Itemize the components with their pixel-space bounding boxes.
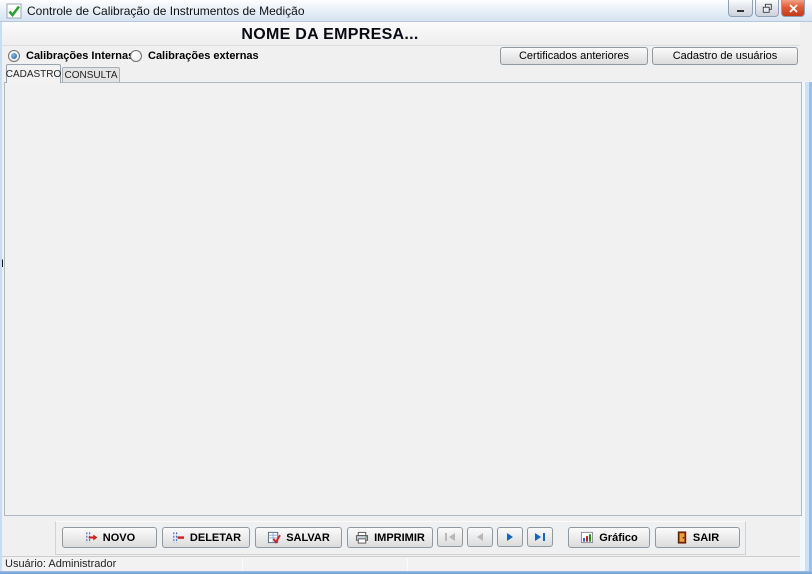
nav-next-icon bbox=[505, 532, 515, 542]
save-record-icon bbox=[267, 531, 281, 544]
delete-record-icon bbox=[171, 531, 185, 544]
nav-last-icon bbox=[534, 532, 546, 542]
minimize-icon bbox=[736, 4, 746, 13]
grafico-button[interactable]: Gráfico bbox=[568, 527, 650, 548]
radio-dot bbox=[8, 50, 20, 62]
nav-prev-icon bbox=[475, 532, 485, 542]
window-border-left bbox=[0, 22, 2, 571]
maximize-button[interactable] bbox=[755, 0, 779, 17]
titlebar[interactable]: Controle de Calibração de Instrumentos d… bbox=[0, 0, 812, 22]
sair-button[interactable]: SAIR bbox=[655, 527, 740, 548]
nav-first-icon bbox=[444, 532, 456, 542]
company-title: NOME DA EMPRESA... bbox=[0, 26, 660, 44]
minimize-button[interactable] bbox=[728, 0, 753, 17]
insert-record-icon bbox=[84, 531, 98, 544]
statusbar-user: Usuário: Administrador bbox=[5, 558, 116, 570]
radio-dot bbox=[130, 50, 142, 62]
salvar-button[interactable]: SALVAR bbox=[255, 527, 342, 548]
app-window: Controle de Calibração de Instrumentos d… bbox=[0, 0, 812, 574]
chart-icon bbox=[580, 531, 594, 544]
nav-last-button[interactable] bbox=[527, 527, 553, 547]
close-button[interactable] bbox=[781, 0, 805, 17]
statusbar-divider bbox=[407, 558, 408, 571]
novo-button[interactable]: NOVO bbox=[62, 527, 157, 548]
statusbar: Usuário: Administrador bbox=[0, 556, 812, 571]
previous-certificates-button[interactable]: Certificados anteriores bbox=[500, 47, 648, 65]
nav-next-button[interactable] bbox=[497, 527, 523, 547]
restore-icon bbox=[762, 3, 773, 14]
cadastro-page bbox=[4, 82, 802, 516]
nav-first-button[interactable] bbox=[437, 527, 463, 547]
statusbar-divider bbox=[242, 558, 243, 571]
deletar-button[interactable]: DELETAR bbox=[162, 527, 250, 548]
tab-cadastro[interactable]: CADASTRO bbox=[6, 64, 61, 83]
close-icon bbox=[789, 4, 798, 13]
radio-calibracoes-externas[interactable]: Calibrações externas bbox=[130, 50, 259, 62]
exit-door-icon bbox=[676, 531, 688, 544]
printer-icon bbox=[355, 531, 369, 544]
imprimir-button[interactable]: IMPRIMIR bbox=[347, 527, 433, 548]
radio-calibracoes-internas[interactable]: Calibrações Internas bbox=[8, 50, 134, 62]
app-icon bbox=[6, 3, 22, 19]
window-title: Controle de Calibração de Instrumentos d… bbox=[27, 4, 305, 18]
user-registration-button[interactable]: Cadastro de usuários bbox=[652, 47, 798, 65]
tab-consulta[interactable]: CONSULTA bbox=[62, 67, 120, 83]
nav-prev-button[interactable] bbox=[467, 527, 493, 547]
